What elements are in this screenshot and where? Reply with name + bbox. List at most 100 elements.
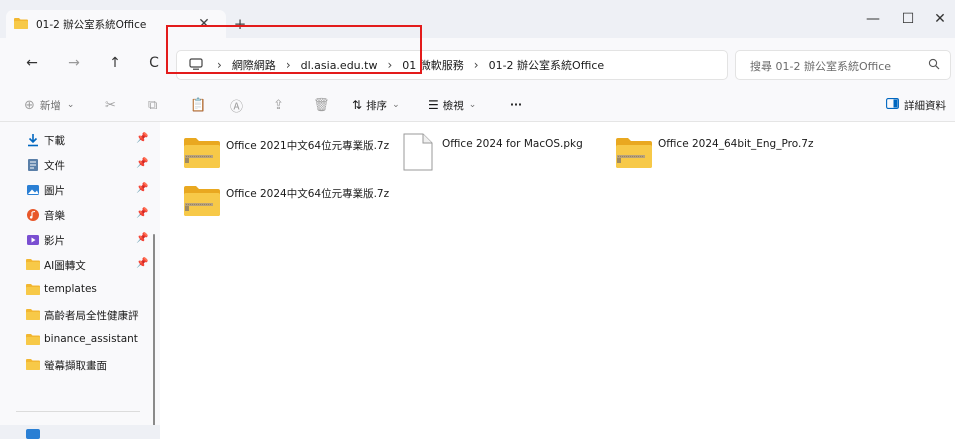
breadcrumb-internet[interactable]: 網際網路	[232, 57, 276, 73]
breadcrumb-host[interactable]: dl.asia.edu.tw	[301, 59, 378, 72]
file-item[interactable]: Office 2024中文64位元專業版.7z	[182, 180, 389, 224]
download-icon	[26, 133, 40, 147]
sidebar-item-label: 螢幕擷取畫面	[44, 360, 107, 372]
sort-icon: ⇅	[352, 98, 363, 112]
monitor-icon	[26, 429, 40, 439]
sidebar-item-label: 高齡者局全性健康評	[44, 310, 139, 322]
sidebar-item-label: 影片	[44, 235, 65, 247]
up-button[interactable]: ↑	[105, 53, 125, 73]
command-bar: ⊕ 新增 ⌄ ✂ ⧉ 📋 Ⓐ ⇪ 🗑 ⇅ 排序 ⌄ ☰ 檢視 ⌄ ··· 詳細資…	[0, 88, 955, 122]
sidebar-item-label: 音樂	[44, 210, 65, 222]
chevron-down-icon: ⌄	[66, 100, 75, 110]
details-label: 詳細資料	[904, 99, 946, 112]
search-icon	[928, 58, 940, 73]
breadcrumb-office[interactable]: 01-2 辦公室系統Office	[489, 57, 605, 73]
document-icon	[26, 158, 40, 172]
file-icon	[398, 132, 438, 172]
sidebar-item-screenshots[interactable]: 螢幕擷取畫面	[0, 354, 160, 376]
forward-button[interactable]: →	[64, 53, 84, 73]
share-icon[interactable]: ⇪	[273, 97, 284, 113]
sidebar-item-label: 文件	[44, 160, 65, 172]
view-label: 檢視	[442, 99, 464, 112]
sidebar-item-label: 圖片	[44, 185, 65, 197]
sidebar-item-music[interactable]: 音樂 📌	[0, 204, 160, 226]
view-button[interactable]: ☰ 檢視 ⌄	[428, 97, 476, 113]
rename-icon[interactable]: Ⓐ	[230, 97, 243, 115]
back-button[interactable]: ←	[22, 53, 42, 73]
breadcrumb-separator: ›	[387, 58, 393, 72]
pin-icon: 📌	[136, 233, 149, 244]
sidebar-item-label: AI圖轉文	[44, 260, 86, 272]
picture-icon	[26, 183, 40, 197]
chevron-down-icon: ⌄	[392, 100, 400, 110]
search-box[interactable]: 搜尋 01-2 辦公室系統Office	[735, 50, 951, 80]
file-list: Office 2021中文64位元專業版.7z Office 2024 for …	[160, 122, 955, 437]
folder-icon	[26, 333, 40, 347]
zip-folder-icon	[614, 132, 654, 172]
video-icon	[26, 233, 40, 247]
sidebar-item-label: 下載	[44, 135, 65, 147]
chevron-down-icon: ⌄	[468, 100, 477, 110]
tab-close-button[interactable]: ✕	[196, 16, 212, 32]
sidebar-item-videos[interactable]: 影片 📌	[0, 229, 160, 251]
sidebar-item-ai-image-to-text[interactable]: AI圖轉文 📌	[0, 254, 160, 276]
maximize-button[interactable]: ☐	[890, 6, 926, 34]
new-button[interactable]: ⊕ 新增 ⌄	[24, 97, 74, 113]
search-input[interactable]: 搜尋 01-2 辦公室系統Office	[750, 58, 891, 74]
sidebar-item-binance-assistant[interactable]: binance_assistant	[0, 329, 160, 351]
music-icon	[26, 208, 40, 222]
breadcrumb-separator: ›	[473, 58, 479, 72]
more-options-button[interactable]: ···	[510, 97, 522, 113]
navigation-pane: 下載 📌 文件 📌 圖片 📌 音樂 📌 影片 📌 AI圖轉文 📌 templat…	[0, 122, 160, 439]
sidebar-item-documents[interactable]: 文件 📌	[0, 154, 160, 176]
sidebar-divider	[16, 411, 140, 412]
file-item[interactable]: Office 2021中文64位元專業版.7z	[182, 132, 389, 176]
close-window-button[interactable]: ✕	[922, 6, 955, 34]
breadcrumb-microsoft-services[interactable]: 01 微軟服務	[402, 57, 464, 73]
address-row: ← → ↑ C › 網際網路 › dl.asia.edu.tw › 01 微軟服…	[0, 38, 955, 88]
breadcrumb-separator: ›	[285, 58, 291, 72]
sidebar-scrollbar[interactable]	[153, 234, 155, 439]
zip-folder-icon	[182, 132, 222, 172]
title-bar: 01-2 辦公室系統Office ✕ + — ☐ ✕	[0, 0, 955, 38]
file-item[interactable]: Office 2024_64bit_Eng_Pro.7z	[614, 132, 813, 176]
file-name: Office 2024_64bit_Eng_Pro.7z	[658, 138, 814, 150]
folder-icon	[26, 308, 40, 322]
monitor-icon	[189, 57, 203, 73]
sidebar-item-label: templates	[44, 283, 97, 295]
details-pane-icon	[886, 98, 899, 112]
tab-title: 01-2 辦公室系統Office	[36, 18, 147, 31]
minimize-button[interactable]: —	[855, 6, 891, 34]
sidebar-item-pictures[interactable]: 圖片 📌	[0, 179, 160, 201]
file-name: Office 2024中文64位元專業版.7z	[226, 188, 390, 200]
folder-icon	[26, 358, 40, 372]
folder-icon	[14, 17, 28, 32]
sidebar-item-downloads[interactable]: 下載 📌	[0, 129, 160, 151]
copy-icon[interactable]: ⧉	[148, 97, 157, 113]
file-name: Office 2021中文64位元專業版.7z	[226, 140, 390, 152]
plus-circle-icon: ⊕	[24, 97, 35, 113]
details-pane-button[interactable]: 詳細資料	[886, 97, 946, 113]
new-tab-button[interactable]: +	[232, 16, 248, 32]
pin-icon: 📌	[136, 258, 149, 269]
refresh-button[interactable]: C	[144, 53, 164, 73]
folder-icon	[26, 283, 40, 297]
sort-label: 排序	[366, 99, 388, 112]
view-icon: ☰	[428, 98, 439, 112]
sidebar-item-label: binance_assistant	[44, 333, 138, 345]
paste-icon[interactable]: 📋	[190, 97, 206, 113]
zip-folder-icon	[182, 180, 222, 220]
sidebar-item-templates[interactable]: templates	[0, 279, 160, 301]
folder-icon	[26, 258, 40, 272]
sidebar-item-elderly-health[interactable]: 高齡者局全性健康評	[0, 304, 160, 326]
sort-button[interactable]: ⇅ 排序 ⌄	[352, 97, 400, 113]
breadcrumb-separator: ›	[217, 58, 222, 72]
file-name: Office 2024 for MacOS.pkg	[442, 138, 583, 150]
pin-icon: 📌	[136, 183, 149, 194]
pin-icon: 📌	[136, 208, 149, 219]
address-bar[interactable]: › 網際網路 › dl.asia.edu.tw › 01 微軟服務 › 01-2…	[176, 50, 728, 80]
cut-icon[interactable]: ✂	[105, 97, 116, 113]
file-item[interactable]: Office 2024 for MacOS.pkg	[398, 132, 583, 176]
delete-icon[interactable]: 🗑	[313, 97, 330, 113]
tab-current-folder[interactable]: 01-2 辦公室系統Office ✕	[6, 10, 226, 38]
